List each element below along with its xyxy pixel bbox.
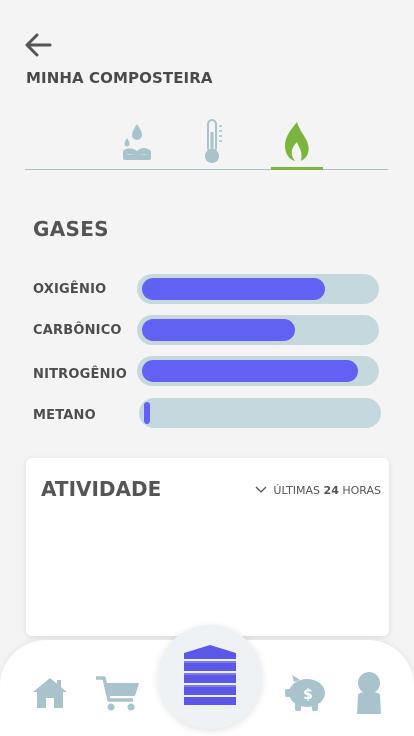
nav-shop[interactable] xyxy=(95,674,141,716)
period-prefix: ÚLTIMAS xyxy=(273,484,321,497)
gases-title: GASES xyxy=(33,217,109,241)
gas-row-methane: METANO xyxy=(33,398,383,428)
activity-title: ATIVIDADE xyxy=(41,477,162,501)
composter-icon xyxy=(184,645,236,705)
gas-level-bar xyxy=(137,274,379,304)
period-value: 24 xyxy=(323,484,339,497)
gas-level-bar xyxy=(137,315,379,345)
page-title: MINHA COMPOSTEIRA xyxy=(26,69,213,87)
tab-bar xyxy=(25,112,388,170)
arrow-left-icon xyxy=(25,33,52,57)
nav-savings[interactable]: $ xyxy=(284,674,328,716)
gas-label: OXIGÊNIO xyxy=(33,282,107,297)
house-icon xyxy=(33,678,67,708)
gas-level-bar xyxy=(139,398,381,428)
gas-level-fill xyxy=(144,402,150,424)
activity-card: ATIVIDADE ÚLTIMAS 24 HORAS xyxy=(26,458,389,636)
tab-gases[interactable] xyxy=(271,118,323,170)
tab-temperature[interactable] xyxy=(191,118,243,168)
tab-active-indicator xyxy=(271,167,323,170)
piggy-bank-icon: $ xyxy=(285,675,325,711)
gas-level-fill xyxy=(142,319,295,341)
shopping-cart-icon xyxy=(96,676,139,711)
gas-level-fill xyxy=(142,278,325,300)
gas-row-oxygen: OXIGÊNIO xyxy=(33,274,383,304)
svg-text:$: $ xyxy=(303,687,313,703)
period-suffix: HORAS xyxy=(342,484,381,497)
gas-level-fill xyxy=(142,360,358,382)
nav-home[interactable] xyxy=(31,676,69,714)
tab-humidity[interactable] xyxy=(115,118,167,168)
chevron-down-icon xyxy=(255,483,267,496)
gas-row-carbonic: CARBÔNICO xyxy=(33,315,383,345)
gas-label: NITROGÊNIO xyxy=(33,367,127,382)
period-dropdown[interactable]: ÚLTIMAS 24 HORAS xyxy=(255,483,381,497)
nav-profile[interactable] xyxy=(355,671,383,719)
back-button[interactable] xyxy=(24,32,54,58)
flame-icon xyxy=(285,122,309,161)
thermometer-icon xyxy=(205,119,222,163)
gas-label: METANO xyxy=(33,408,96,423)
water-drops-icon xyxy=(123,124,151,160)
gas-level-bar xyxy=(137,356,379,386)
user-icon xyxy=(357,672,381,714)
gas-row-nitrogen: NITROGÊNIO xyxy=(33,356,383,386)
nav-composter[interactable] xyxy=(158,625,262,729)
gas-label: CARBÔNICO xyxy=(33,323,122,338)
